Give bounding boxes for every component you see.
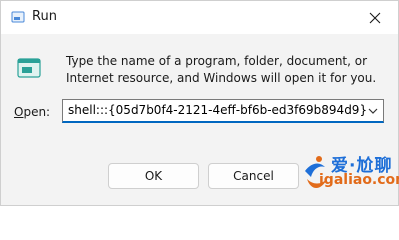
run-dialog: Run Type the name of a program, folder, … [0,0,399,206]
open-label-rest: pen: [23,105,51,119]
title-bar[interactable]: Run [1,1,398,34]
open-input-value[interactable]: shell:::{05d7b0f4-2121-4eff-bf6b-ed3f69b… [68,103,367,117]
open-combobox[interactable]: shell:::{05d7b0f4-2121-4eff-bf6b-ed3f69b… [62,99,384,123]
cancel-button[interactable]: Cancel [208,163,299,189]
close-button[interactable] [352,1,398,34]
window-title: Run [32,9,57,24]
chevron-down-icon[interactable] [368,107,378,115]
open-label: Open: [14,105,50,119]
watermark-text-url: igaliao.com [319,172,399,188]
ok-button[interactable]: OK [108,163,199,189]
description-text: Type the name of a program, folder, docu… [66,54,377,85]
run-app-icon [17,58,41,78]
run-icon [11,11,25,23]
close-icon [369,12,381,23]
